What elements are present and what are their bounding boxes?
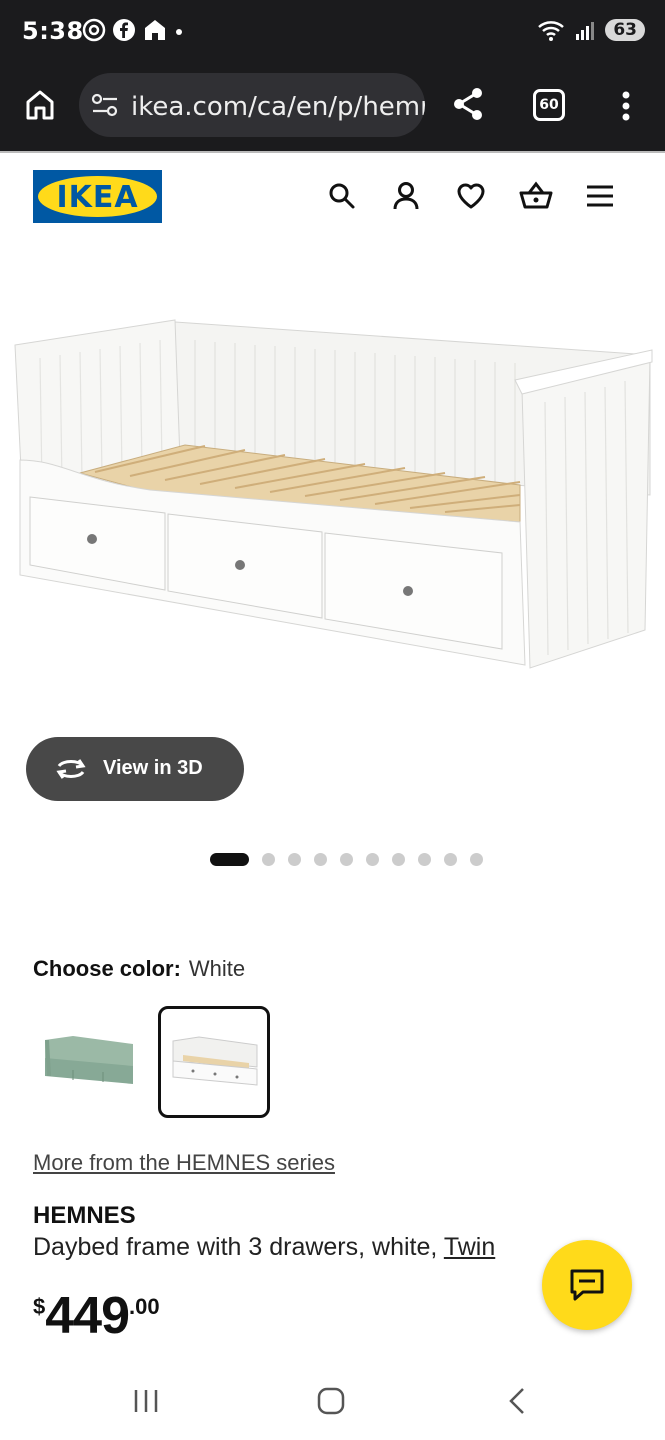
image-carousel-indicator[interactable]	[210, 853, 496, 866]
color-selector-label: Choose color: White	[33, 956, 245, 982]
status-time: 5:38	[22, 17, 84, 45]
carousel-dot[interactable]	[288, 853, 301, 866]
search-button[interactable]	[324, 178, 360, 214]
carousel-dot[interactable]	[444, 853, 457, 866]
favorites-button[interactable]	[453, 178, 489, 214]
menu-button[interactable]	[582, 178, 618, 214]
green-daybed-thumbnail	[45, 1036, 133, 1084]
system-navigation-bar	[0, 1366, 665, 1440]
browser-toolbar: ikea.com/ca/en/p/hemnes-	[0, 64, 665, 152]
rotate-3d-icon	[56, 759, 86, 779]
carousel-dot[interactable]	[418, 853, 431, 866]
carousel-dot[interactable]	[470, 853, 483, 866]
product-image-daybed[interactable]	[0, 260, 665, 700]
search-icon	[329, 183, 355, 209]
series-link[interactable]: More from the HEMNES series	[33, 1150, 335, 1176]
wifi-icon	[538, 21, 565, 41]
home-icon[interactable]	[24, 88, 56, 122]
dot-icon	[176, 29, 182, 35]
account-icon	[393, 182, 419, 210]
status-bar: 5:38 63	[0, 0, 665, 64]
choose-color-label: Choose color:	[33, 956, 181, 981]
product-name: HEMNES	[33, 1202, 136, 1229]
battery-indicator: 63	[605, 19, 645, 41]
carousel-dot[interactable]	[262, 853, 275, 866]
color-swatch-white[interactable]	[158, 1006, 270, 1118]
header-divider	[0, 151, 665, 153]
carousel-dot[interactable]	[392, 853, 405, 866]
color-swatch-green[interactable]	[33, 1006, 145, 1118]
battery-level: 63	[613, 20, 637, 40]
account-button[interactable]	[388, 178, 424, 214]
carousel-dot[interactable]	[314, 853, 327, 866]
facebook-icon	[113, 19, 135, 41]
share-icon[interactable]	[452, 86, 484, 122]
home-nav-icon[interactable]	[316, 1386, 346, 1416]
carousel-dot-active[interactable]	[210, 853, 249, 866]
url-text: ikea.com/ca/en/p/hemnes-	[131, 92, 425, 122]
notification-at-icon	[82, 18, 106, 42]
product-description-text: Daybed frame with 3 drawers, white,	[33, 1233, 438, 1261]
back-icon[interactable]	[505, 1386, 529, 1416]
menu-icon	[587, 185, 613, 207]
tab-switcher-button[interactable]: 60	[533, 89, 565, 121]
price-currency: $	[33, 1294, 46, 1319]
chat-icon	[570, 1269, 604, 1301]
notification-icons	[82, 18, 184, 42]
recent-apps-icon[interactable]	[132, 1386, 160, 1416]
price-whole: 449	[45, 1287, 130, 1345]
view-in-3d-label: View in 3D	[103, 757, 203, 779]
white-daybed-thumbnail	[172, 1036, 258, 1086]
heart-icon	[457, 183, 485, 209]
site-settings-icon[interactable]	[91, 93, 119, 117]
chat-button[interactable]	[542, 1240, 632, 1330]
more-options-icon[interactable]	[620, 90, 632, 122]
carousel-dot[interactable]	[366, 853, 379, 866]
logo-text: IKEA	[56, 180, 139, 215]
price-decimal: .00	[129, 1294, 160, 1319]
address-bar[interactable]: ikea.com/ca/en/p/hemnes-	[79, 73, 425, 137]
system-status-icons: 63	[537, 18, 645, 42]
carousel-dot[interactable]	[340, 853, 353, 866]
view-in-3d-button[interactable]: View in 3D	[26, 737, 244, 801]
cart-icon	[519, 181, 553, 209]
product-description: Daybed frame with 3 drawers, white, Twin	[33, 1233, 495, 1262]
home-app-icon	[145, 20, 165, 40]
product-price: $ 449 .00	[33, 1288, 160, 1344]
cart-button[interactable]	[518, 178, 554, 214]
size-link[interactable]: Twin	[444, 1233, 495, 1261]
signal-icon	[576, 22, 595, 40]
ikea-logo[interactable]: IKEA	[33, 170, 162, 223]
selected-color-value: White	[188, 956, 246, 981]
